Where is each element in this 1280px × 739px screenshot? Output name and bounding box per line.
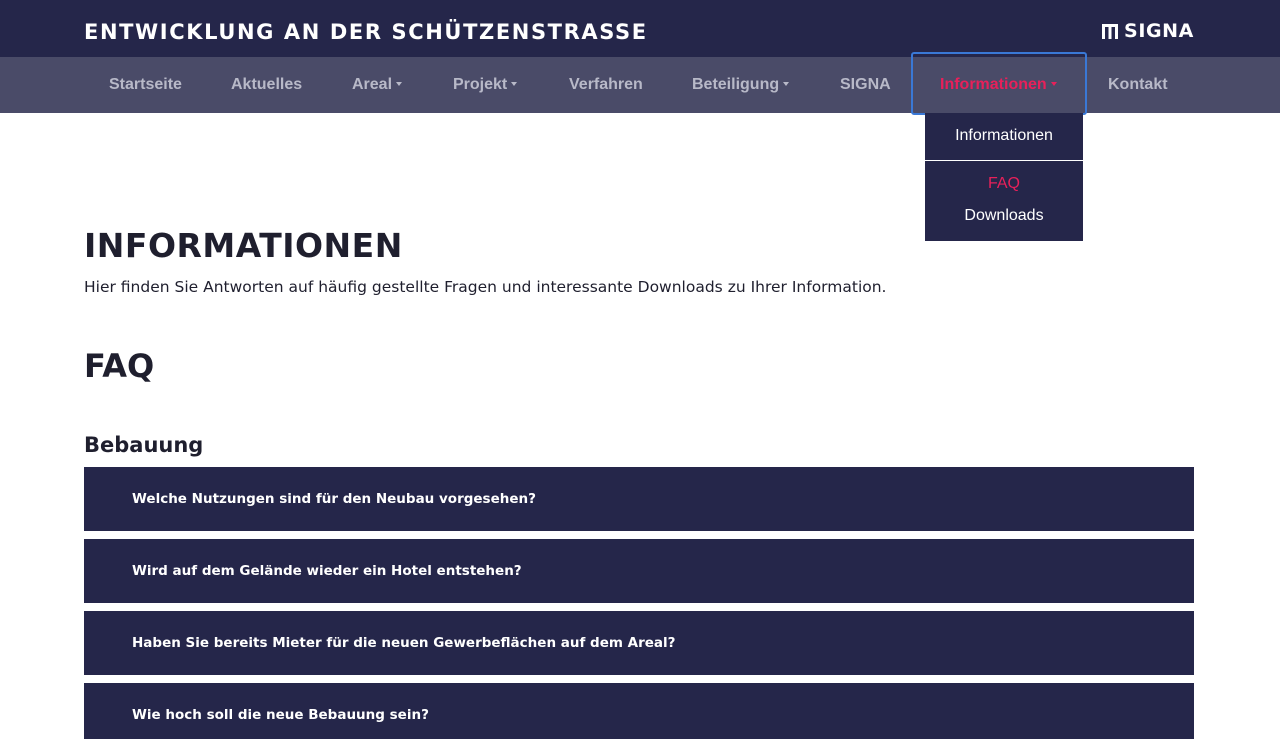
faq-question[interactable]: Welche Nutzungen sind für den Neubau vor… <box>84 467 1194 531</box>
nav-item-areal[interactable]: Areal <box>352 57 403 113</box>
faq-question-text: Wie hoch soll die neue Bebauung sein? <box>132 707 429 723</box>
faq-heading: FAQ <box>84 347 155 385</box>
faq-question-text: Wird auf dem Gelände wieder ein Hotel en… <box>132 563 522 579</box>
nav-item-label: Aktuelles <box>231 76 303 93</box>
site-header: ENTWICKLUNG AN DER SCHÜTZENSTRASSE SIGNA <box>0 0 1280 57</box>
page: ENTWICKLUNG AN DER SCHÜTZENSTRASSE SIGNA… <box>0 0 1280 739</box>
nav-item-verfahren[interactable]: Verfahren <box>569 57 643 113</box>
dropdown-item-downloads[interactable]: Downloads <box>925 206 1083 226</box>
logo-text: SIGNA <box>1124 20 1194 42</box>
faq-question[interactable]: Haben Sie bereits Mieter für die neuen G… <box>84 611 1194 675</box>
dropdown-item-faq[interactable]: FAQ <box>925 174 1083 194</box>
signa-mark-icon <box>1102 23 1119 39</box>
nav-item-label: Beteiligung <box>692 76 780 93</box>
nav-item-label: Projekt <box>453 76 508 93</box>
nav-item-label: Kontakt <box>1108 76 1168 93</box>
nav-item-label: Informationen <box>940 76 1047 93</box>
nav-item-kontakt[interactable]: Kontakt <box>1108 57 1168 113</box>
nav-item-startseite[interactable]: Startseite <box>109 57 182 113</box>
caret-down-icon <box>1050 82 1057 86</box>
faq-question-text: Haben Sie bereits Mieter für die neuen G… <box>132 635 676 651</box>
faq-question-text: Welche Nutzungen sind für den Neubau vor… <box>132 491 536 507</box>
nav-item-label: Areal <box>352 76 393 93</box>
nav-item-beteiligung[interactable]: Beteiligung <box>692 57 790 113</box>
main-nav: Startseite Aktuelles Areal Projekt Verfa… <box>0 57 1280 113</box>
caret-down-icon <box>396 82 403 86</box>
site-title[interactable]: ENTWICKLUNG AN DER SCHÜTZENSTRASSE <box>84 18 648 46</box>
page-title: INFORMATIONEN <box>84 226 403 265</box>
faq-question[interactable]: Wie hoch soll die neue Bebauung sein? <box>84 683 1194 739</box>
intro-text: Hier finden Sie Antworten auf häufig ges… <box>84 278 887 296</box>
dropdown-item-informationen[interactable]: Informationen <box>925 126 1083 146</box>
nav-item-informationen[interactable]: Informationen <box>940 57 1057 113</box>
dropdown-divider <box>925 160 1083 161</box>
caret-down-icon <box>783 82 790 86</box>
nav-item-signa[interactable]: SIGNA <box>840 57 891 113</box>
nav-item-label: SIGNA <box>840 76 891 93</box>
nav-item-projekt[interactable]: Projekt <box>453 57 518 113</box>
nav-item-label: Verfahren <box>569 76 643 93</box>
nav-item-aktuelles[interactable]: Aktuelles <box>231 57 302 113</box>
faq-question[interactable]: Wird auf dem Gelände wieder ein Hotel en… <box>84 539 1194 603</box>
section-heading-bebauung: Bebauung <box>84 433 204 457</box>
informationen-dropdown: Informationen FAQ Downloads <box>925 113 1083 241</box>
signa-logo[interactable]: SIGNA <box>1102 19 1194 43</box>
nav-item-label: Startseite <box>109 76 182 93</box>
caret-down-icon <box>511 82 518 86</box>
